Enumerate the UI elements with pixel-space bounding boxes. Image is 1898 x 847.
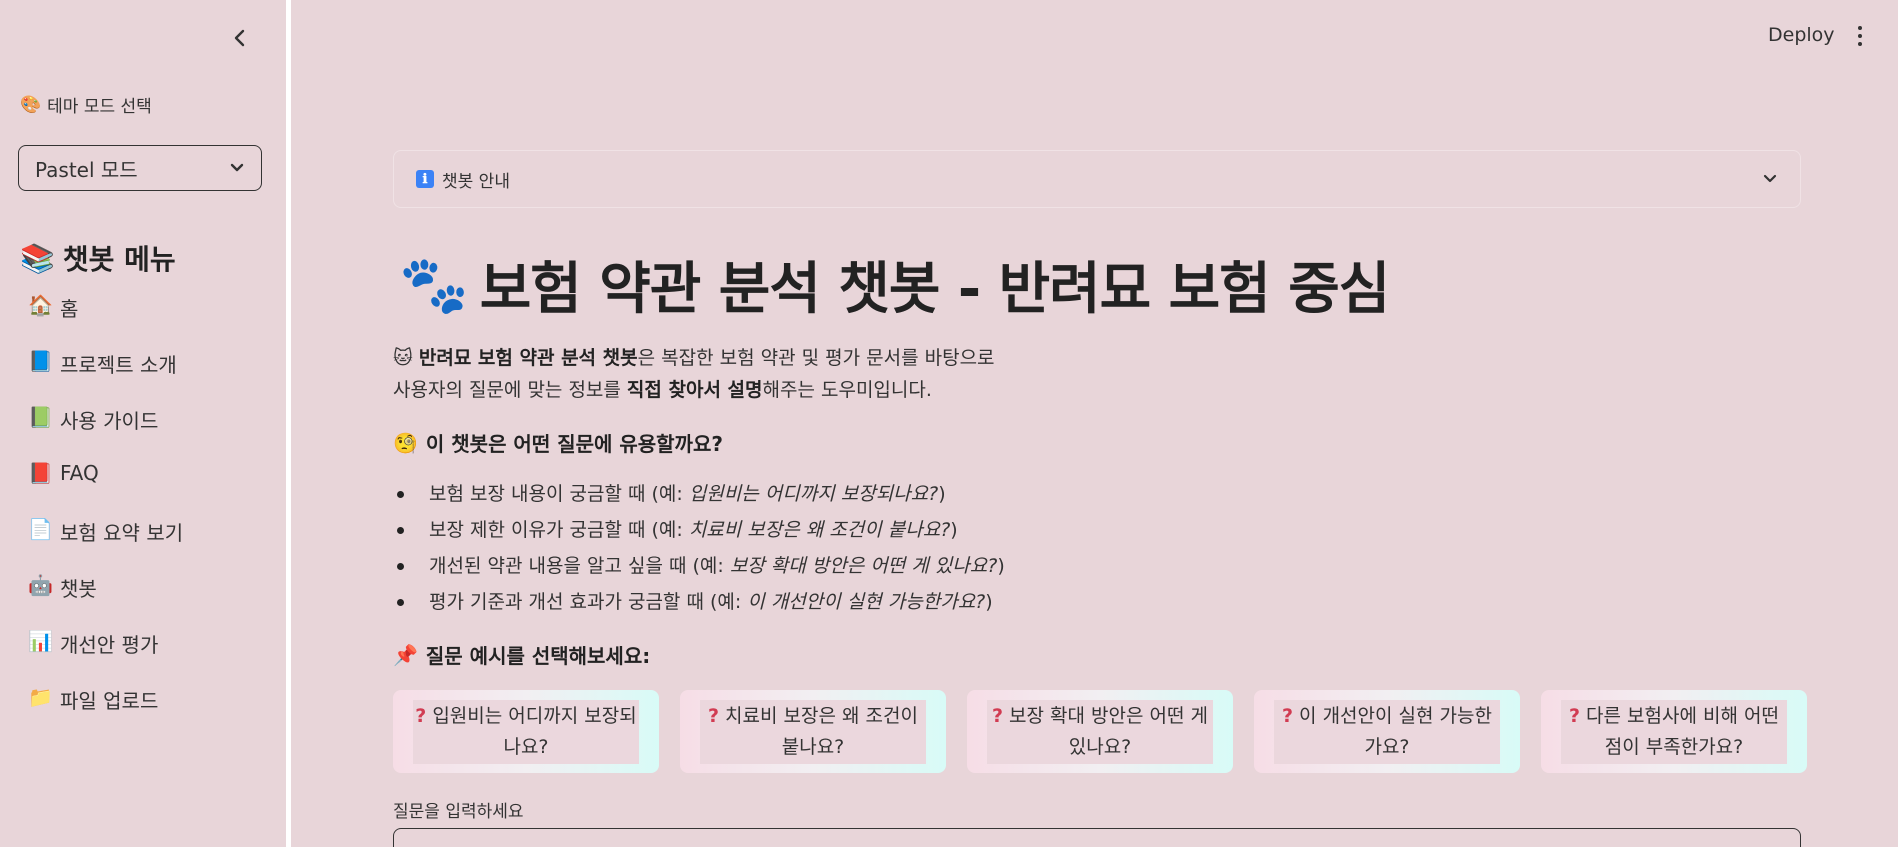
info-icon: ℹ bbox=[416, 170, 434, 188]
cat-face-icon: 🐱 bbox=[393, 347, 413, 369]
thinking-face-icon: 🧐 bbox=[393, 430, 418, 455]
question-mark-icon: ? bbox=[415, 704, 427, 727]
question-input[interactable] bbox=[393, 828, 1801, 847]
example-questions: ? 입원비는 어디까지 보장되나요? ? 치료비 보장은 왜 조건이 붙나요? ? 보… bbox=[393, 690, 1807, 773]
example-question-button[interactable]: ? 이 개선안이 실현 가능한가요? bbox=[1254, 690, 1520, 773]
sidebar-item-insurance-summary[interactable]: 📄 보험 요약 보기 bbox=[28, 517, 183, 573]
usage-heading: 🧐 이 챗봇은 어떤 질문에 유용할까요? bbox=[393, 428, 723, 457]
chevron-left-icon bbox=[234, 29, 245, 47]
sidebar-item-faq[interactable]: 📕 FAQ bbox=[28, 461, 183, 517]
intro-text-3: 해주는 도우미입니다. bbox=[762, 379, 932, 401]
sidebar-item-label: 보험 요약 보기 bbox=[60, 521, 184, 545]
question-mark-icon: ? bbox=[992, 704, 1004, 727]
books-icon: 📚 bbox=[20, 241, 55, 275]
list-item: 평가 기준과 개선 효과가 궁금할 때 (예: 이 개선안이 실현 가능한가요?… bbox=[393, 586, 1005, 622]
examples-heading-text: 질문 예시를 선택해보세요: bbox=[425, 644, 651, 668]
sidebar-item-label: 파일 업로드 bbox=[60, 689, 159, 713]
intro-paragraph: 🐱 반려묘 보험 약관 분석 챗봇은 복잡한 보험 약관 및 평가 문서를 바탕… bbox=[393, 342, 995, 406]
example-question-button[interactable]: ? 보장 확대 방안은 어떤 게 있나요? bbox=[967, 690, 1233, 773]
sidebar-item-label: 홈 bbox=[60, 297, 79, 321]
theme-label: 🎨 테마 모드 선택 bbox=[20, 92, 152, 118]
list-item: 보험 보장 내용이 궁금할 때 (예: 입원비는 어디까지 보장되나요?) bbox=[393, 478, 1005, 514]
house-icon: 🏠 bbox=[28, 293, 53, 317]
pushpin-icon: 📌 bbox=[393, 642, 418, 667]
example-question-button[interactable]: ? 다른 보험사에 비해 어떤 점이 부족한가요? bbox=[1541, 690, 1807, 773]
sidebar-item-home[interactable]: 🏠 홈 bbox=[28, 293, 183, 349]
deploy-button[interactable]: Deploy bbox=[1768, 24, 1835, 46]
chevron-down-icon bbox=[1763, 174, 1777, 183]
question-input-label: 질문을 입력하세요 bbox=[393, 802, 524, 822]
intro-bold-2: 직접 찾아서 설명 bbox=[626, 379, 763, 401]
page-title-text: 보험 약관 분석 챗봇 - 반려묘 보험 중심 bbox=[479, 257, 1391, 322]
red-book-icon: 📕 bbox=[28, 461, 53, 485]
sidebar-item-chatbot[interactable]: 🤖 챗봇 bbox=[28, 573, 183, 629]
example-question-button[interactable]: ? 치료비 보장은 왜 조건이 붙나요? bbox=[680, 690, 946, 773]
bar-chart-icon: 📊 bbox=[28, 629, 53, 653]
menu-title-text: 챗봇 메뉴 bbox=[62, 243, 176, 276]
list-item: 보장 제한 이유가 궁금할 때 (예: 치료비 보장은 왜 조건이 붙나요?) bbox=[393, 514, 1005, 550]
chatbot-guide-expander[interactable]: ℹ 챗봇 안내 bbox=[393, 150, 1801, 208]
intro-text-1: 은 복잡한 보험 약관 및 평가 문서를 바탕으로 bbox=[637, 347, 995, 369]
sidebar-item-file-upload[interactable]: 📁 파일 업로드 bbox=[28, 685, 183, 741]
sidebar-item-label: 프로젝트 소개 bbox=[60, 353, 177, 377]
green-book-icon: 📗 bbox=[28, 405, 53, 429]
sidebar-collapse-button[interactable] bbox=[228, 26, 252, 50]
sidebar-item-label: FAQ bbox=[60, 461, 99, 485]
examples-heading: 📌 질문 예시를 선택해보세요: bbox=[393, 640, 650, 669]
sidebar: 🎨 테마 모드 선택 Pastel 모드 📚 챗봇 메뉴 🏠 홈 📘 프로젝트 … bbox=[0, 0, 286, 847]
sidebar-item-user-guide[interactable]: 📗 사용 가이드 bbox=[28, 405, 183, 461]
question-mark-icon: ? bbox=[1282, 704, 1294, 727]
sidebar-menu: 🏠 홈 📘 프로젝트 소개 📗 사용 가이드 📕 FAQ 📄 보험 요약 보기 … bbox=[28, 293, 183, 741]
sidebar-item-project-intro[interactable]: 📘 프로젝트 소개 bbox=[28, 349, 183, 405]
question-mark-icon: ? bbox=[1569, 704, 1581, 727]
theme-label-text: 테마 모드 선택 bbox=[47, 97, 152, 117]
blue-book-icon: 📘 bbox=[28, 349, 53, 373]
intro-bold-1: 반려묘 보험 약관 분석 챗봇 bbox=[418, 347, 638, 369]
menu-title: 📚 챗봇 메뉴 bbox=[20, 238, 176, 278]
sidebar-item-label: 챗봇 bbox=[60, 577, 97, 601]
theme-select-value: Pastel 모드 bbox=[35, 157, 138, 182]
chevron-down-icon bbox=[230, 163, 244, 172]
expander-label: 챗봇 안내 bbox=[442, 171, 510, 192]
robot-icon: 🤖 bbox=[28, 573, 53, 597]
usage-list: 보험 보장 내용이 궁금할 때 (예: 입원비는 어디까지 보장되나요?) 보장… bbox=[393, 478, 1005, 622]
sidebar-item-improvement-eval[interactable]: 📊 개선안 평가 bbox=[28, 629, 183, 685]
intro-text-2: 사용자의 질문에 맞는 정보를 bbox=[393, 379, 627, 401]
sidebar-divider[interactable] bbox=[286, 0, 291, 847]
app-root: 🎨 테마 모드 선택 Pastel 모드 📚 챗봇 메뉴 🏠 홈 📘 프로젝트 … bbox=[0, 0, 1898, 847]
folder-icon: 📁 bbox=[28, 685, 53, 709]
paw-prints-icon: 🐾 bbox=[399, 252, 469, 318]
kebab-menu-icon[interactable] bbox=[1852, 24, 1868, 48]
palette-icon: 🎨 bbox=[20, 94, 42, 115]
sidebar-item-label: 사용 가이드 bbox=[60, 409, 159, 433]
list-item: 개선된 약관 내용을 알고 싶을 때 (예: 보장 확대 방안은 어떤 게 있나… bbox=[393, 550, 1005, 586]
example-question-button[interactable]: ? 입원비는 어디까지 보장되나요? bbox=[393, 690, 659, 773]
page-title: 🐾 보험 약관 분석 챗봇 - 반려묘 보험 중심 bbox=[399, 244, 1391, 325]
usage-heading-text: 이 챗봇은 어떤 질문에 유용할까요? bbox=[425, 432, 723, 456]
document-icon: 📄 bbox=[28, 517, 53, 541]
theme-select[interactable]: Pastel 모드 bbox=[18, 145, 262, 191]
sidebar-item-label: 개선안 평가 bbox=[60, 633, 159, 657]
question-mark-icon: ? bbox=[708, 704, 720, 727]
